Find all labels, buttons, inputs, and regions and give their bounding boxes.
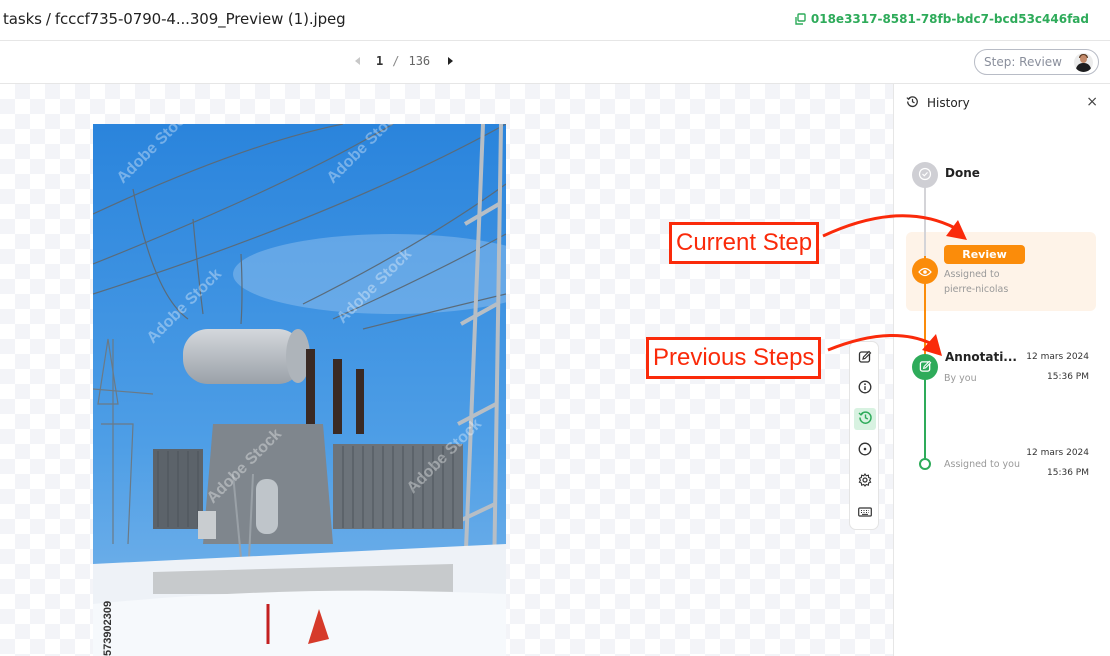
timeline-connector	[924, 184, 926, 256]
step-title-annotation: Annotati...	[945, 350, 1017, 364]
history-panel-header: History	[906, 95, 970, 111]
settings-icon	[858, 472, 872, 491]
history-title: History	[927, 96, 970, 110]
image-id-label: 573902309	[102, 601, 114, 656]
annotation-author: By you	[944, 373, 977, 384]
close-panel-button[interactable]: ×	[1086, 94, 1098, 110]
side-toolbar	[849, 341, 879, 530]
history-icon	[858, 410, 873, 429]
point-tool-button[interactable]	[854, 439, 876, 461]
review-assigned-label: Assigned to	[944, 269, 1000, 280]
task-id-copy[interactable]: 018e3317-8581-78fb-bdc7-bcd53c446fad	[794, 12, 1089, 26]
step-selector[interactable]: Step: Review	[974, 49, 1099, 75]
eye-icon	[918, 262, 932, 281]
keyboard-icon	[858, 503, 872, 522]
settings-tool-button[interactable]	[854, 470, 876, 492]
history-panel: History × Done Review Assigned to pierre…	[893, 84, 1110, 656]
top-bar: tasks / fcccf735-0790-4...309_Preview (1).…	[0, 0, 1110, 41]
pager-separator: /	[392, 54, 400, 68]
review-assignee: pierre-nicolas	[944, 284, 1009, 295]
step-title-review: Review	[944, 245, 1025, 264]
history-icon	[906, 95, 919, 111]
task-id-text: 018e3317-8581-78fb-bdc7-bcd53c446fad	[810, 12, 1089, 26]
total-pages: 136	[408, 54, 431, 68]
start-step-node	[919, 458, 931, 470]
edit-icon	[858, 349, 872, 368]
check-circle-icon	[918, 166, 932, 185]
pager: 1 / 136	[355, 54, 454, 68]
step-title-done: Done	[945, 166, 980, 180]
navigation-bar: 1 / 136 Step: Review	[0, 41, 1110, 84]
info-tool-button[interactable]	[854, 377, 876, 399]
breadcrumb-file-name: fcccf735-0790-4...309_Preview (1).jpeg	[54, 10, 346, 28]
next-page-button[interactable]	[448, 57, 454, 65]
step-label: Step: Review	[984, 55, 1062, 69]
annotation-date: 12 mars 2024	[1026, 352, 1089, 362]
avatar	[1074, 53, 1093, 72]
previous-page-button[interactable]	[355, 57, 360, 65]
assignment-date: 12 mars 2024	[1026, 448, 1089, 458]
done-step-node	[912, 162, 938, 188]
annotation-time: 15:36 PM	[1047, 372, 1089, 382]
review-assignment: Assigned to pierre-nicolas	[944, 267, 1008, 297]
info-icon	[858, 379, 872, 398]
asset-image: Adobe Stock Adobe Stock Adobe Stock Adob…	[93, 124, 506, 656]
breadcrumb-tasks-link[interactable]: tasks	[3, 10, 42, 28]
breadcrumb-separator: /	[45, 10, 51, 28]
current-page: 1	[376, 54, 384, 68]
annotation-step-node	[912, 354, 938, 380]
circle-dot-icon	[858, 441, 872, 460]
keyboard-shortcuts-button[interactable]	[854, 501, 876, 523]
current-step-callout: Current Step	[669, 222, 820, 264]
assignment-time: 15:36 PM	[1047, 468, 1089, 478]
breadcrumb: tasks / fcccf735-0790-4...309_Preview (1).…	[3, 10, 346, 28]
edit-icon	[919, 358, 932, 377]
edit-tool-button[interactable]	[854, 347, 876, 369]
previous-steps-callout: Previous Steps	[646, 337, 822, 379]
review-step-node	[912, 258, 938, 284]
copy-icon[interactable]	[794, 12, 806, 26]
history-tool-button[interactable]	[854, 408, 876, 430]
